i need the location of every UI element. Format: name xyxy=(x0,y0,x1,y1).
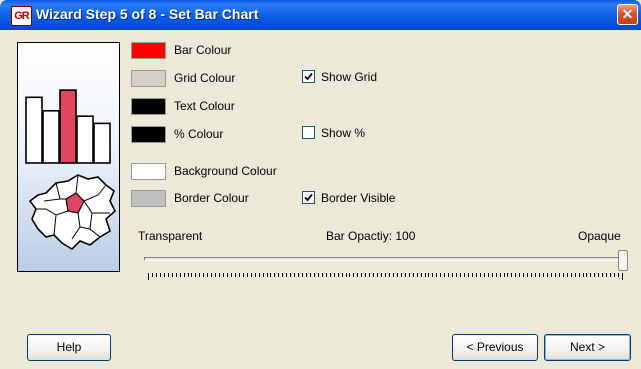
illustration-bar xyxy=(59,89,77,164)
show-percent-checkbox[interactable] xyxy=(302,126,315,139)
illustration-graphic xyxy=(25,89,116,251)
illustration-bar-chart xyxy=(25,89,111,164)
illustration-map xyxy=(28,174,116,251)
opacity-slider-thumb[interactable] xyxy=(618,250,628,271)
background-colour-label: Background Colour xyxy=(174,164,277,178)
bar-colour-swatch[interactable] xyxy=(131,42,166,59)
text-colour-swatch[interactable] xyxy=(131,98,166,115)
text-colour-label: Text Colour xyxy=(174,99,235,113)
opacity-value-label: Bar Opactiy: 100 xyxy=(326,229,416,243)
border-colour-label: Border Colour xyxy=(174,191,249,205)
help-button[interactable]: Help xyxy=(27,334,111,361)
border-visible-checkbox[interactable] xyxy=(302,191,315,204)
illustration-bar xyxy=(76,115,94,164)
show-percent-label[interactable]: Show % xyxy=(321,126,365,140)
window-title: Wizard Step 5 of 8 - Set Bar Chart xyxy=(36,6,259,22)
bar-colour-label: Bar Colour xyxy=(174,43,232,57)
app-logo-icon: GR xyxy=(11,6,32,26)
checkmark-icon xyxy=(304,72,313,81)
opacity-slider-track[interactable] xyxy=(144,257,626,261)
checkmark-icon xyxy=(304,193,313,202)
background-colour-swatch[interactable] xyxy=(131,163,166,180)
slider-max-label: Opaque xyxy=(578,229,621,243)
close-button[interactable]: ✕ xyxy=(617,4,638,25)
percent-colour-label: % Colour xyxy=(174,127,224,141)
next-button[interactable]: Next > xyxy=(544,334,631,361)
illustration-bar xyxy=(93,122,111,164)
grid-colour-swatch[interactable] xyxy=(131,70,166,87)
slider-min-label: Transparent xyxy=(138,229,203,243)
border-visible-label[interactable]: Border Visible xyxy=(321,191,395,205)
percent-colour-swatch[interactable] xyxy=(131,126,166,143)
illustration-bar xyxy=(42,110,60,164)
title-bar[interactable]: GR Wizard Step 5 of 8 - Set Bar Chart ✕ xyxy=(0,0,641,30)
border-colour-swatch[interactable] xyxy=(131,190,166,207)
show-grid-label[interactable]: Show Grid xyxy=(321,70,377,84)
show-grid-checkbox[interactable] xyxy=(302,70,315,83)
grid-colour-label: Grid Colour xyxy=(174,71,236,85)
previous-button[interactable]: < Previous xyxy=(452,334,538,361)
illustration-bar xyxy=(25,96,43,164)
wizard-illustration xyxy=(17,42,120,272)
wizard-window: GR Wizard Step 5 of 8 - Set Bar Chart ✕ … xyxy=(0,0,641,369)
opacity-slider-ticks xyxy=(148,273,623,280)
